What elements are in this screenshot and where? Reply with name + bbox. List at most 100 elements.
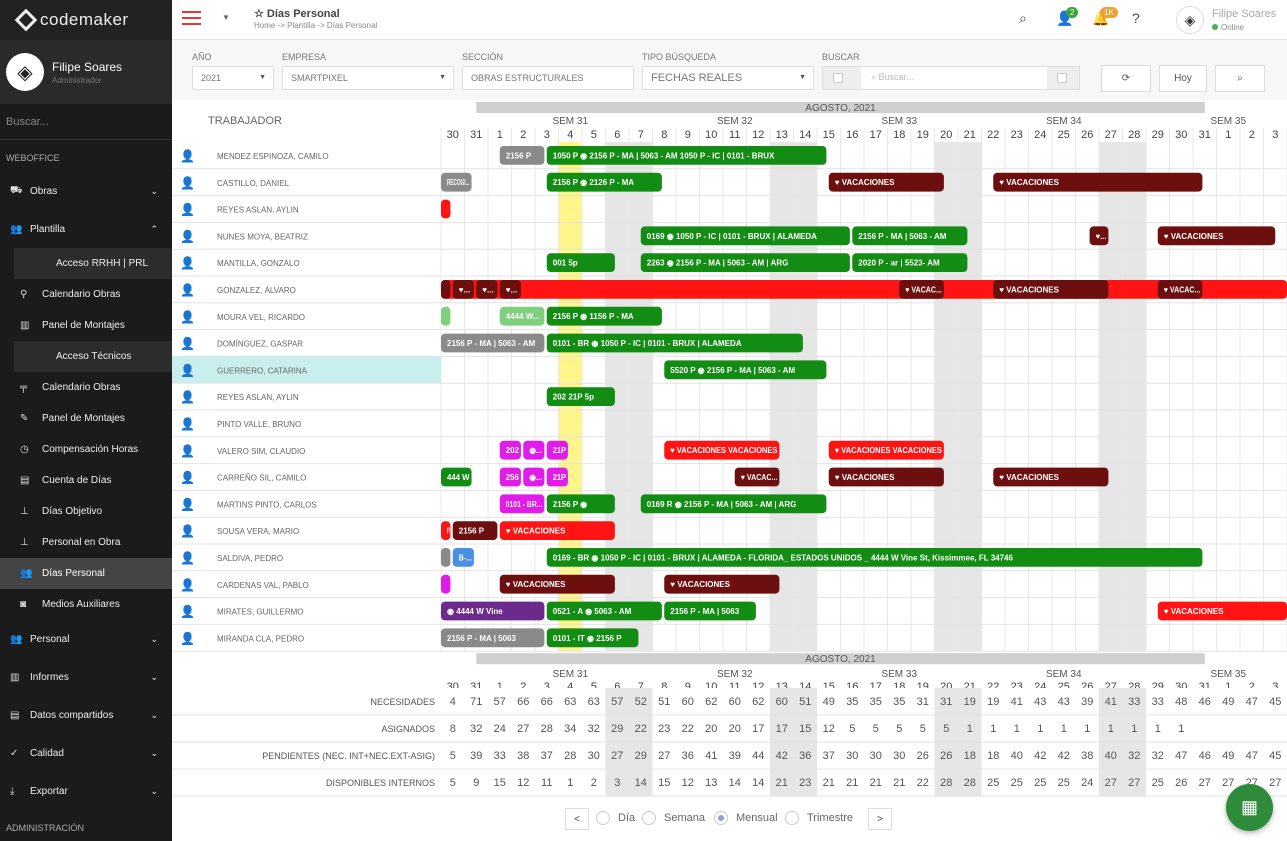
worker-name[interactable]: MIRATES, GUILLERMO (217, 608, 304, 617)
worker-name[interactable]: DOMÍNGUEZ, GASPAR (217, 340, 303, 349)
event-bar[interactable] (441, 199, 451, 219)
search-input[interactable]: ⌕ Buscar... (861, 67, 1047, 89)
summary-value: 30 (588, 750, 600, 762)
sidebar-item-dias-personal[interactable]: 👥 Días Personal (0, 558, 172, 589)
sidebar-item-acceso-rrhh-prl[interactable]: Acceso RRHH | PRL (0, 248, 172, 279)
tipo-select[interactable]: FECHAS REALES ▼ (642, 66, 814, 90)
sidebar-search-input[interactable]: Buscar... (0, 104, 172, 140)
chevron-down-icon[interactable]: ▼ (222, 13, 230, 22)
refresh-button[interactable]: ⟳ (1101, 65, 1151, 92)
view-pager: < Día Semana Mensual Trimestre > (172, 800, 1287, 841)
view-label[interactable]: Día (618, 812, 635, 824)
sidebar-item-datos-compartidos[interactable]: ▤ Datos compartidos ⌄ (0, 696, 172, 734)
event-label: 0169 ◉ 1050 P - IC | 0101 - BRUX | ALAME… (647, 232, 817, 241)
next-button[interactable]: > (868, 808, 892, 830)
prev-button[interactable]: < (565, 808, 589, 830)
topbar-user[interactable]: ◈ Filipe Soares Online (1172, 4, 1284, 36)
view-label[interactable]: Trimestre (807, 812, 853, 824)
search-icon: ⌕ (1237, 73, 1243, 84)
sidebar-item-obras[interactable]: ⛟ Obras ⌄ (0, 172, 172, 210)
sidebar-item-cuenta-de-dias[interactable]: ▤ Cuenta de Días (0, 465, 172, 496)
checkbox-left[interactable] (833, 73, 843, 83)
empresa-select[interactable]: SMARTPIXEL ▼ (282, 66, 454, 90)
summary-value: 33 (1128, 696, 1140, 708)
event-label: ♥ VACACIONES (835, 473, 895, 482)
worker-name[interactable]: CASTILLO, DANIEL (217, 179, 290, 188)
sidebar-item-plantilla[interactable]: 👥 Plantilla ⌃ (0, 210, 172, 248)
search-icon[interactable]: ⌕ (1019, 10, 1027, 27)
view-radio-semana[interactable] (642, 811, 656, 825)
avatar[interactable]: ◈ (6, 53, 44, 91)
sidebar-item-calendario-obras[interactable]: ⚲ Calendario Obras (0, 279, 172, 310)
worker-name[interactable]: SALDIVA, PEDRO (217, 554, 283, 563)
checkbox-right[interactable] (1057, 73, 1067, 83)
summary-value: 21 (870, 777, 882, 789)
worker-name[interactable]: VALERO SIM, CLAUDIO (217, 447, 305, 456)
worker-name[interactable]: GUERRERO, CATARINA (217, 366, 308, 375)
worker-name[interactable]: MANTILLA, GONZALO (217, 259, 300, 268)
worker-name[interactable]: CARDENAS VAL, PABLO (217, 581, 309, 590)
event-bar[interactable] (441, 306, 451, 326)
sidebar-item-medios-auxiliares[interactable]: ◙ Medios Auxiliares (0, 589, 172, 620)
day-label-bottom: 25 (1058, 681, 1070, 688)
app-logo[interactable]: codemaker (0, 0, 172, 40)
view-label[interactable]: Semana (664, 812, 705, 824)
sidebar-item-panel-de-montajes[interactable]: ▥ Panel de Montajes (0, 310, 172, 341)
worker-name[interactable]: REYES ASLAN, AYLIN (217, 206, 299, 215)
today-button[interactable]: Hoy (1159, 65, 1207, 92)
worker-name[interactable]: CARREÑO SIL, CAMILO (217, 474, 306, 483)
view-radio-mensual[interactable] (714, 811, 728, 825)
view-label[interactable]: Mensual (736, 812, 778, 824)
worker-avatar-icon: 👤 (180, 337, 195, 351)
day-label-bottom: 29 (1152, 681, 1164, 688)
sidebar-item-personal-en-obra[interactable]: ⊥ Personal en Obra (0, 527, 172, 558)
avatar[interactable]: ◈ (1176, 6, 1204, 34)
sidebar-item-informes[interactable]: ▥ Informes ⌄ (0, 658, 172, 696)
worker-name[interactable]: PINTO VALLE, BRUNO (217, 420, 301, 429)
view-radio-trimestre[interactable] (785, 811, 799, 825)
help-icon[interactable]: ? (1132, 10, 1140, 26)
sidebar-item-compensacion-horas[interactable]: ◷ Compensación Horas (0, 434, 172, 465)
menu-toggle-icon[interactable] (182, 11, 201, 26)
event-bar[interactable] (441, 548, 451, 567)
anio-select[interactable]: 2021 ▼ (192, 66, 274, 90)
summary-value: 46 (1199, 750, 1211, 762)
sidebar-item-personal[interactable]: 👥 Personal ⌄ (0, 620, 172, 658)
worker-name[interactable]: MOURA VEL, RICARDO (217, 313, 305, 322)
tipo-label: TIPO BÚSQUEDA (642, 52, 717, 62)
event-bar[interactable] (441, 574, 451, 594)
view-radio-dia[interactable] (596, 811, 610, 825)
worker-name[interactable]: NUNES MOYA, BEATRIZ (217, 232, 308, 241)
sidebar-item-acceso-tecnicos[interactable]: Acceso Técnicos (0, 341, 172, 372)
sidebar-item-label: Personal en Obra (42, 537, 121, 548)
summary-value: 34 (564, 723, 576, 735)
summary-value: 62 (752, 696, 764, 708)
event-bar[interactable] (441, 280, 451, 299)
summary-value: 30 (893, 750, 905, 762)
search-button[interactable]: ⌕ (1215, 65, 1265, 92)
sidebar-item-panel-de-montajes[interactable]: ✎ Panel de Montajes (0, 403, 172, 434)
worker-name[interactable]: MARTINS PINTO, CARLOS (217, 500, 317, 509)
summary-value: 9 (473, 777, 479, 789)
sidebar-item-calendario-obras[interactable]: ╤ Calendario Obras (0, 372, 172, 403)
summary-value: 31 (940, 696, 952, 708)
event-label: P... (447, 527, 453, 536)
seccion-input[interactable]: OBRAS ESTRUCTURALES (462, 66, 634, 90)
grid-view-button[interactable]: ▦ (1226, 784, 1273, 831)
day-label: 18 (893, 129, 905, 141)
worker-name[interactable]: MENDEZ ESPINOZA, CAMILO (217, 152, 329, 161)
summary-value: 60 (729, 696, 741, 708)
sidebar-item-dias-objetivo[interactable]: ⊥ Días Objetivo (0, 496, 172, 527)
empresa-value: SMARTPIXEL (291, 73, 348, 83)
sidebar-item-exportar[interactable]: ⤓ Exportar ⌄ (0, 772, 172, 810)
breadcrumb[interactable]: Home -> Plantilla -> Días Personal (254, 21, 377, 30)
sidebar-item-calidad[interactable]: ✓ Calidad ⌄ (0, 734, 172, 772)
sidebar-item-label: Exportar (30, 785, 68, 797)
event-label: 2156 P ◉ 2126 P - MA (553, 178, 635, 187)
worker-name[interactable]: GONZALEZ, ÁLVARO (217, 286, 296, 295)
worker-name[interactable]: SOUSA VERA, MARIO (217, 527, 299, 536)
worker-name[interactable]: MIRANDA CLA, PEDRO (217, 634, 304, 643)
worker-name[interactable]: REYES ASLAN, AYLIN (217, 393, 299, 402)
summary-value: 4 (450, 696, 456, 708)
day-label: 13 (776, 129, 788, 141)
